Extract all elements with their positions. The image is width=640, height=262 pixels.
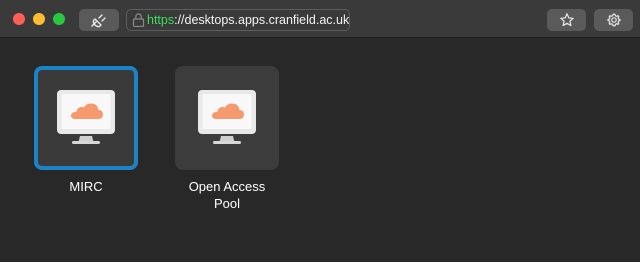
desktop-cloud-icon bbox=[57, 90, 115, 144]
desktop-tile-open-access-pool[interactable] bbox=[175, 66, 279, 170]
plug-icon bbox=[91, 14, 106, 28]
desktop-label-mirc[interactable]: MIRC bbox=[16, 178, 156, 195]
maximize-window-button[interactable] bbox=[53, 13, 65, 25]
app-window: https://desktops.apps.cranfield.ac.uk M… bbox=[0, 0, 640, 262]
bookmark-button[interactable] bbox=[547, 9, 586, 31]
desktop-cloud-icon bbox=[198, 90, 256, 144]
desktop-tile-mirc[interactable] bbox=[34, 66, 138, 170]
lock-icon bbox=[132, 13, 145, 27]
settings-button[interactable] bbox=[594, 9, 633, 31]
connection-button[interactable] bbox=[79, 9, 119, 31]
close-window-button[interactable] bbox=[13, 13, 25, 25]
url-bar[interactable]: https://desktops.apps.cranfield.ac.uk bbox=[126, 9, 350, 31]
desktop-label-open-access-pool[interactable]: Open Access Pool bbox=[157, 178, 297, 212]
gear-icon bbox=[606, 13, 621, 27]
desktop-label-line: Open Access bbox=[188, 179, 266, 194]
url-host: ://desktops.apps.cranfield.ac.uk bbox=[174, 13, 350, 27]
minimize-window-button[interactable] bbox=[33, 13, 45, 25]
title-bar: https://desktops.apps.cranfield.ac.uk bbox=[0, 0, 640, 38]
star-icon bbox=[559, 13, 574, 27]
desktop-label-line: Pool bbox=[213, 196, 241, 211]
url-scheme: https bbox=[147, 13, 175, 27]
